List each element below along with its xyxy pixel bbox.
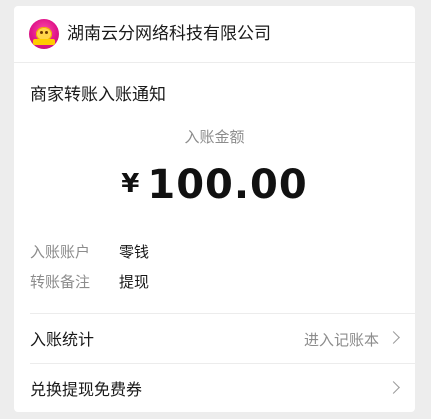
chevron-right-icon bbox=[387, 381, 400, 394]
amount-value: 100.00 bbox=[147, 162, 308, 208]
currency-symbol: ¥ bbox=[121, 169, 140, 199]
amount-display: ¥100.00 bbox=[14, 162, 415, 208]
merchant-avatar bbox=[29, 19, 59, 49]
amount-label: 入账金额 bbox=[184, 128, 245, 146]
detail-row-account: 入账账户 零钱 bbox=[30, 242, 149, 262]
detail-row-remark: 转账备注 提现 bbox=[30, 272, 149, 292]
redeem-coupon-link[interactable]: 兑换提现免费券 bbox=[14, 364, 415, 412]
merchant-name: 湖南云分网络科技有限公司 bbox=[67, 24, 271, 44]
chevron-right-icon bbox=[387, 331, 400, 344]
detail-value: 提现 bbox=[119, 273, 150, 291]
ribbon-icon bbox=[33, 39, 55, 45]
merchant-header[interactable]: 湖南云分网络科技有限公司 bbox=[14, 6, 415, 63]
detail-label: 入账账户 bbox=[30, 243, 91, 261]
notification-card: 湖南云分网络科技有限公司 商家转账入账通知 入账金额 ¥100.00 入账账户 零… bbox=[14, 6, 415, 412]
detail-value: 零钱 bbox=[119, 243, 150, 261]
ledger-link-text: 进入记账本 bbox=[303, 331, 379, 349]
notice-title: 商家转账入账通知 bbox=[30, 85, 166, 105]
link-label: 兑换提现免费券 bbox=[30, 380, 143, 399]
link-label: 入账统计 bbox=[30, 330, 95, 349]
detail-label: 转账备注 bbox=[30, 273, 91, 291]
ledger-stats-link[interactable]: 入账统计 进入记账本 bbox=[14, 314, 415, 366]
